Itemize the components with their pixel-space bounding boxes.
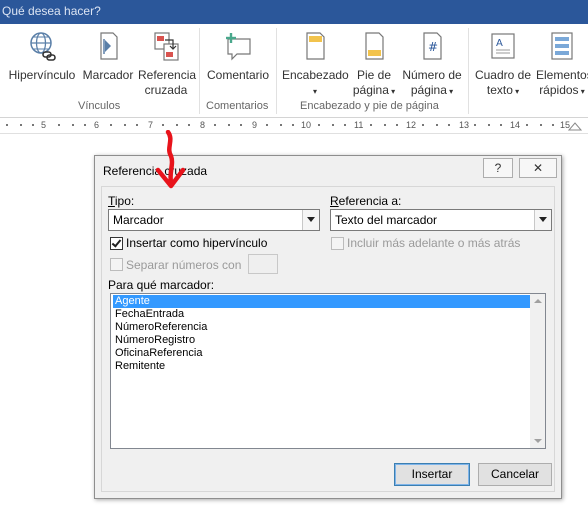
- textbox-label-2: texto: [486, 83, 513, 97]
- group-label-links: Vínculos: [78, 100, 121, 112]
- scroll-up-icon[interactable]: [534, 299, 542, 303]
- hyperlink-label: Hipervínculo: [8, 68, 76, 82]
- ruler-number: 5: [41, 120, 47, 130]
- cross-reference-dialog: Referencia cruzada ? ✕ Tipo: Marcador Re…: [94, 155, 562, 499]
- comment-plus-icon: [226, 33, 251, 61]
- reference-select-value: Texto del marcador: [335, 213, 438, 227]
- header-icon: [306, 32, 325, 60]
- ribbon-separator: [199, 28, 200, 114]
- separator-input[interactable]: [248, 254, 278, 274]
- footer-label-2: página: [352, 83, 389, 97]
- insert-button[interactable]: Insertar: [394, 463, 470, 486]
- ribbon-insert: Hipervínculo Marcador Referencia cruzada…: [0, 24, 588, 118]
- ruler-number: 6: [94, 120, 100, 130]
- title-bar: Qué desea hacer?: [0, 0, 588, 24]
- bookmark-button[interactable]: Marcador: [80, 30, 136, 83]
- cross-reference-label-1: Referencia: [138, 68, 197, 82]
- cancel-button[interactable]: Cancelar: [478, 463, 552, 486]
- textbox-icon: A: [491, 33, 515, 59]
- separate-numbers-label: Separar números con: [126, 258, 242, 272]
- dialog-content: Tipo: Marcador Referencia a: Texto del m…: [101, 186, 555, 492]
- comment-label: Comentario: [206, 68, 270, 82]
- ruler-number: 13: [459, 120, 470, 130]
- list-scrollbar[interactable]: [530, 294, 545, 448]
- horizontal-ruler[interactable]: 5 6 7 8 9 10 11 12 13 14 15: [0, 118, 588, 134]
- indent-marker-icon[interactable]: [568, 120, 582, 132]
- reference-select[interactable]: Texto del marcador: [330, 209, 552, 231]
- footer-button[interactable]: Pie de página ▾: [350, 30, 398, 99]
- ruler-number: 9: [252, 120, 258, 130]
- cross-reference-icon: [154, 32, 179, 61]
- quick-parts-label-1: Elementos: [536, 68, 588, 82]
- chevron-down-icon[interactable]: [302, 210, 319, 230]
- insert-hyperlink-label: Insertar como hipervínculo: [126, 236, 268, 250]
- bookmark-label: Marcador: [82, 68, 134, 82]
- ribbon-separator: [468, 28, 469, 114]
- cross-reference-button[interactable]: Referencia cruzada: [138, 30, 197, 98]
- type-label: Tipo:: [108, 194, 135, 208]
- quick-parts-button[interactable]: Elementos rápidos ▾: [536, 30, 588, 99]
- help-button[interactable]: ?: [483, 158, 513, 178]
- group-label-comments: Comentarios: [206, 100, 269, 112]
- list-item[interactable]: OficinaReferencia: [113, 347, 531, 360]
- ruler-number: 8: [200, 120, 206, 130]
- type-select[interactable]: Marcador: [108, 209, 320, 231]
- globe-link-icon: [30, 32, 56, 61]
- check-icon: [111, 237, 122, 248]
- quick-parts-icon: [551, 32, 573, 60]
- list-item[interactable]: Remitente: [113, 360, 531, 373]
- ribbon-separator: [276, 28, 277, 114]
- page-number-dropdown-icon: ▾: [446, 87, 454, 96]
- textbox-dropdown-icon: ▾: [512, 87, 520, 96]
- cross-reference-label-2: cruzada: [144, 83, 188, 97]
- include-above-below-checkbox[interactable]: [331, 237, 344, 250]
- include-above-below-label: Incluir más adelante o más atrás: [347, 236, 521, 250]
- bookmark-icon: [100, 32, 118, 60]
- bookmark-list[interactable]: Agente FechaEntrada NúmeroReferencia Núm…: [110, 293, 546, 449]
- ruler-number: 14: [510, 120, 521, 130]
- svg-text:A: A: [496, 38, 503, 49]
- chevron-down-icon[interactable]: [534, 210, 551, 230]
- page-number-label-2: página: [410, 83, 447, 97]
- comment-button[interactable]: Comentario: [204, 30, 272, 83]
- group-label-header-footer: Encabezado y pie de página: [300, 100, 439, 112]
- page-number-icon: #: [423, 32, 442, 60]
- header-button[interactable]: Encabezado ▾: [282, 30, 349, 99]
- ruler-number: 10: [301, 120, 312, 130]
- footer-label-1: Pie de: [356, 68, 392, 82]
- list-item[interactable]: NúmeroRegistro: [113, 334, 531, 347]
- header-dropdown-icon: ▾: [312, 87, 317, 96]
- list-item[interactable]: Agente: [113, 295, 531, 308]
- ruler-number: 12: [406, 120, 417, 130]
- separate-numbers-checkbox[interactable]: [110, 258, 123, 271]
- ruler-number: 7: [148, 120, 154, 130]
- close-button[interactable]: ✕: [519, 158, 557, 178]
- page-number-label-1: Número de: [402, 68, 462, 82]
- red-arrow-annotation: [155, 130, 186, 189]
- insert-hyperlink-checkbox[interactable]: [110, 237, 123, 250]
- hyperlink-button[interactable]: Hipervínculo: [6, 30, 78, 83]
- ruler-number: 11: [354, 120, 364, 130]
- textbox-button[interactable]: A Cuadro de texto ▾: [472, 30, 534, 99]
- tell-me-search[interactable]: Qué desea hacer?: [2, 4, 101, 18]
- list-item[interactable]: NúmeroReferencia: [113, 321, 531, 334]
- scroll-down-icon[interactable]: [534, 439, 542, 443]
- footer-icon: [365, 32, 384, 60]
- quick-parts-dropdown-icon: ▾: [578, 87, 585, 96]
- textbox-label-1: Cuadro de: [474, 68, 532, 82]
- page-number-button[interactable]: # Número de página ▾: [400, 30, 464, 99]
- for-which-label: Para qué marcador:: [108, 278, 215, 292]
- svg-text:#: #: [428, 40, 438, 54]
- quick-parts-label-2: rápidos: [539, 83, 579, 97]
- list-item[interactable]: FechaEntrada: [113, 308, 531, 321]
- footer-dropdown-icon: ▾: [388, 87, 396, 96]
- type-select-value: Marcador: [113, 213, 164, 227]
- header-label: Encabezado: [282, 68, 349, 82]
- reference-label: Referencia a:: [330, 194, 402, 208]
